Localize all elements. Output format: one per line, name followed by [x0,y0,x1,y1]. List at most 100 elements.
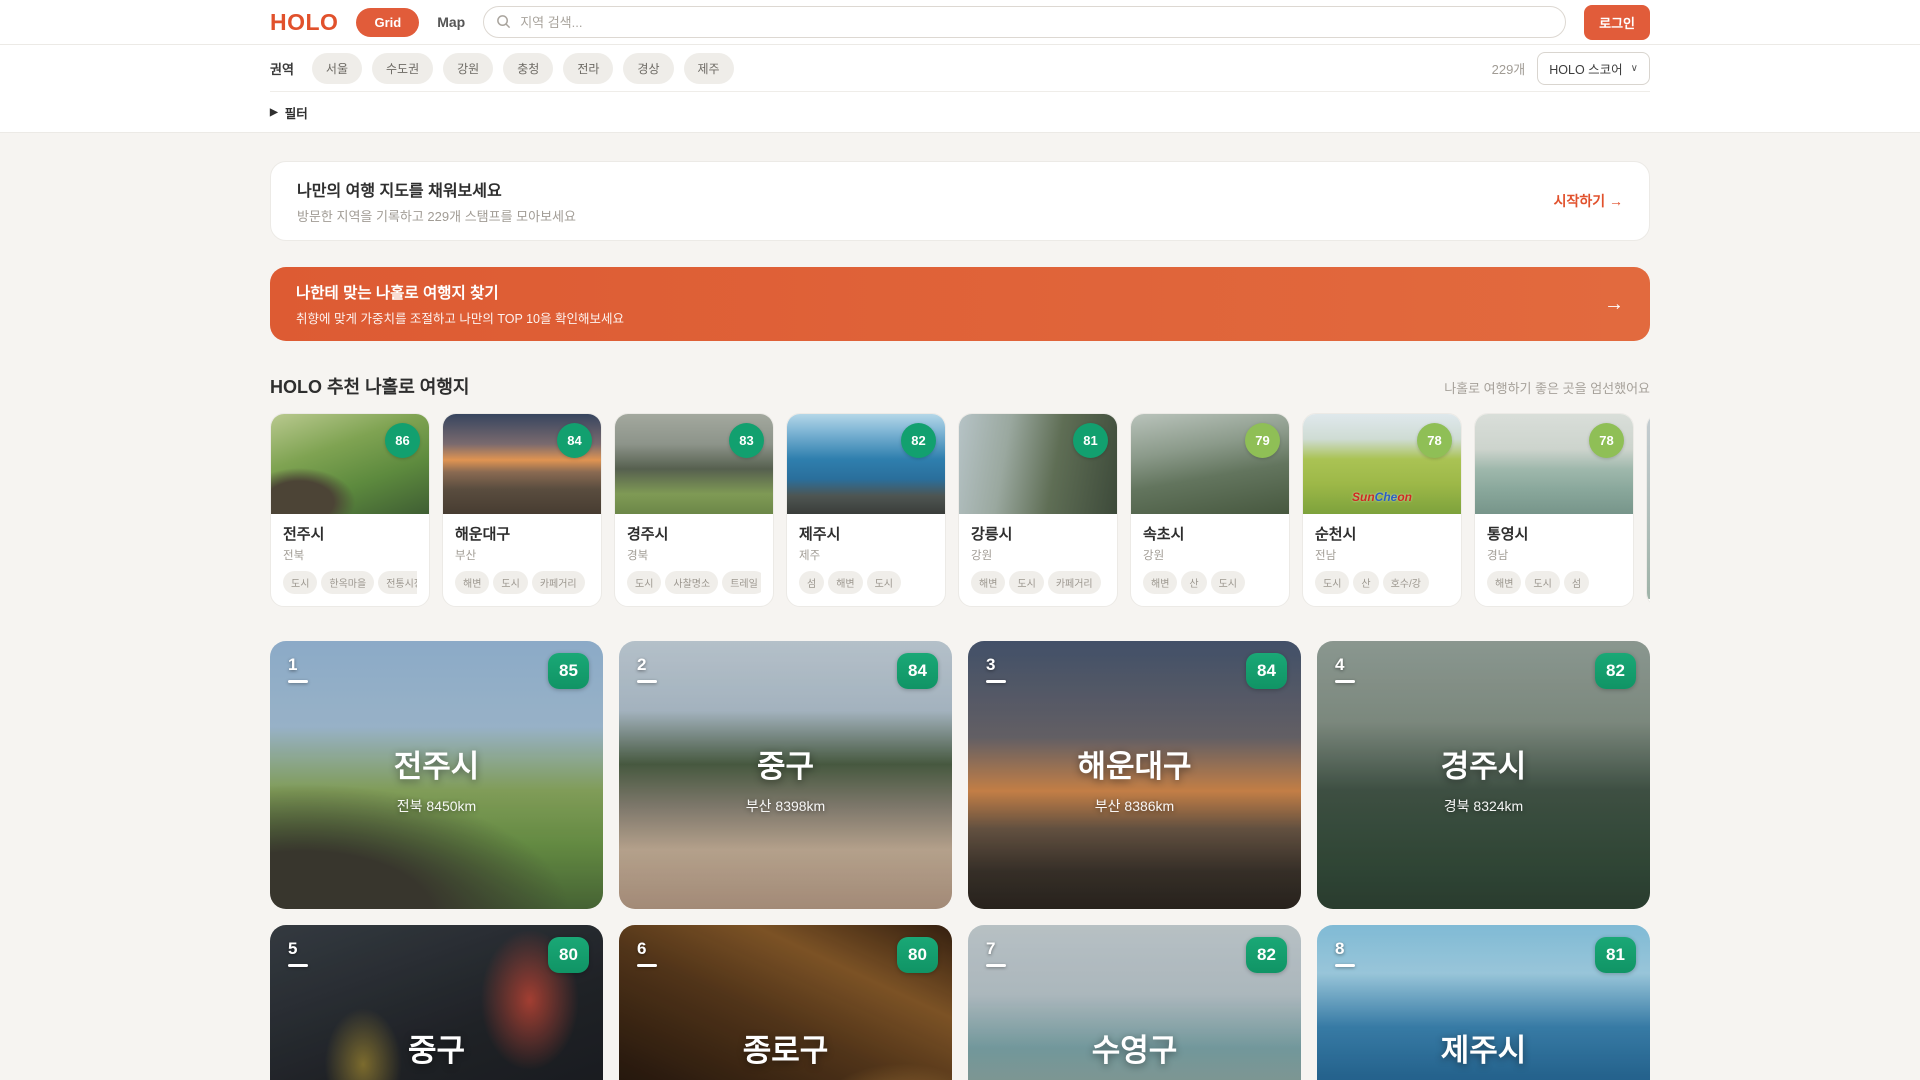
tag-list: 해변 도시 섬 [1487,571,1621,594]
ranked-destination-card[interactable]: 1 85 전주시 전북 8450km [270,641,603,909]
match-finder-banner[interactable]: 나한테 맞는 나홀로 여행지 찾기 취향에 맞게 가중치를 조절하고 나만의 T… [270,267,1650,341]
region-chip[interactable]: 강원 [443,52,494,84]
tag-chip: 섬 [799,571,825,594]
result-count: 229개 [1491,61,1526,77]
tag-list: 도시 산 호수/강 [1315,571,1449,594]
tag-list: 해변 도시 카페거리 [971,571,1105,594]
destination-name: 중구 [407,1032,466,1068]
region-chip[interactable]: 전라 [563,52,614,84]
destination-photo [1647,414,1650,599]
destination-region: 부산 [455,550,477,562]
destination-region: 강원 [971,550,993,562]
travel-map-banner[interactable]: 나만의 여행 지도를 채워보세요 방문한 지역을 기록하고 229개 스탬프를 … [270,161,1650,241]
filter-zone: 권역 서울 수도권 강원 충청 전라 경상 제주 229개 HOLO 스코어 ∨ ▶ 필터 [0,45,1920,133]
tag-chip: 한옥마을 [321,571,375,594]
destination-name: 해운대구 [455,526,511,543]
recommend-card[interactable]: 83 경주시 경북 도시 사찰명소 트레일 [614,413,774,607]
tag-chip: 도시 [866,571,902,594]
match-finder-banner-subtitle: 취향에 맞게 가중치를 조절하고 나만의 TOP 10을 확인해보세요 [296,312,624,326]
tag-chip: 도시 [627,571,662,594]
region-search-input[interactable] [483,6,1567,38]
region-chip-list: 서울 수도권 강원 충청 전라 경상 제주 [311,52,734,84]
sort-select[interactable]: HOLO 스코어 ∨ [1537,51,1650,85]
recommend-section-subtitle: 나홀로 여행하기 좋은 곳을 엄선했어요 [1444,381,1650,396]
recommend-card[interactable]: 84 해운대구 부산 해변 도시 카페거리 [442,413,602,607]
main-content: 나만의 여행 지도를 채워보세요 방문한 지역을 기록하고 229개 스탬프를 … [270,161,1650,1080]
recommend-card[interactable]: 78 통영시 경남 해변 도시 섬 [1474,413,1634,607]
region-chip[interactable]: 충청 [503,52,554,84]
destination-name: 통영시 [1487,526,1529,543]
search-icon [497,15,511,29]
recommend-card[interactable]: 78 SunCheon 순천시 전남 도시 산 호수/강 [1302,413,1462,607]
destination-region: 제주 [799,550,821,562]
suncheon-watermark: SunCheon [1351,490,1413,504]
recommend-card[interactable]: 79 속초시 강원 해변 산 도시 [1130,413,1290,607]
ranked-destination-card[interactable]: 5 80 중구 서울 8312km [270,925,603,1080]
tag-chip: 트레일 [722,571,761,594]
tag-chip: 카페거리 [531,571,585,594]
tag-chip: 해변 [971,571,1006,594]
region-label: 권역 [270,61,294,77]
destination-photo: 78 SunCheon [1303,414,1461,514]
tag-chip: 해변 [1487,571,1522,594]
start-cta-link[interactable]: 시작하기 → [1554,191,1623,211]
ranked-destination-card[interactable]: 4 82 경주시 경북 8324km [1317,641,1650,909]
filter-toggle-button[interactable]: ▶ 필터 [270,103,308,122]
ranked-destination-card[interactable]: 8 81 제주시 제주 8684km [1317,925,1650,1080]
holo-logo[interactable]: HOLO [270,9,338,36]
match-finder-banner-title: 나한테 맞는 나홀로 여행지 찾기 [296,285,499,302]
region-chip[interactable]: 제주 [683,52,734,84]
ranked-destination-card[interactable]: 7 82 수영구 부산 8390km [968,925,1301,1080]
chevron-down-icon: ∨ [1630,62,1638,74]
filter-toggle-label: 필터 [284,106,308,121]
holo-score-badge: 79 [1245,423,1280,458]
recommend-card[interactable]: 81 강릉시 강원 해변 도시 카페거리 [958,413,1118,607]
destination-name: 중구 [756,748,815,784]
destination-name: 제주시 [799,526,841,543]
destination-name: 수영구 [1091,1032,1178,1068]
region-chip[interactable]: 서울 [311,52,363,84]
tag-chip: 섬 [1563,571,1590,594]
destination-photo: 81 [959,414,1117,514]
login-button[interactable]: 로그인 [1584,4,1650,40]
holo-score-badge: 78 [1589,423,1624,458]
tag-chip: 산 [1353,571,1379,594]
ranked-destination-card[interactable]: 3 84 해운대구 부산 8386km [968,641,1301,909]
holo-score-badge: 86 [385,423,420,458]
destination-meta: 부산 8386km [1094,797,1175,814]
arrow-right-icon: → [1604,292,1624,315]
destination-photo: 82 [787,414,945,514]
tag-chip: 도시 [283,571,318,594]
destination-photo: 78 [1475,414,1633,514]
destination-name: 경주시 [1440,748,1527,784]
region-chip[interactable]: 수도권 [372,52,434,84]
destination-meta: 경북 8324km [1443,797,1524,814]
tag-chip: 사찰명소 [665,571,719,594]
destination-name: 해운대구 [1077,748,1192,784]
tag-chip: 호수/강 [1382,571,1429,594]
triangle-right-icon: ▶ [270,106,278,118]
ranked-destination-card[interactable]: 6 80 종로구 서울 8312km [619,925,952,1080]
destination-photo: 83 [615,414,773,514]
view-toggle-map[interactable]: Map [437,14,465,30]
destination-name: 순천시 [1315,526,1357,543]
destination-photo: 84 [443,414,601,514]
view-toggle-grid[interactable]: Grid [356,7,420,37]
destination-region: 전북 [283,550,305,562]
recommend-card-partial[interactable] [1646,413,1650,607]
destination-region: 전남 [1315,550,1337,562]
tag-list: 도시한옥마을전통시장 [283,571,417,594]
tag-list: 도시 사찰명소 트레일 [627,571,761,594]
destination-meta: 부산 8398km [745,797,826,814]
recommend-card[interactable]: 82 제주시 제주 섬 해변 도시 [786,413,946,607]
destination-meta: 전북 8450km [396,797,477,814]
destination-region: 경남 [1487,550,1509,562]
travel-map-banner-subtitle: 방문한 지역을 기록하고 229개 스탬프를 모아보세요 [297,209,576,224]
destination-name: 전주시 [393,748,480,784]
ranked-destination-card[interactable]: 2 84 중구 부산 8398km [619,641,952,909]
tag-chip: 도시 [1009,571,1044,594]
recommend-card[interactable]: 86 전주시 전북 도시한옥마을전통시장 [270,413,430,607]
tag-chip: 전통시장 [378,571,417,594]
top-header: HOLO Grid Map 로그인 [0,0,1920,45]
region-chip[interactable]: 경상 [623,52,674,84]
